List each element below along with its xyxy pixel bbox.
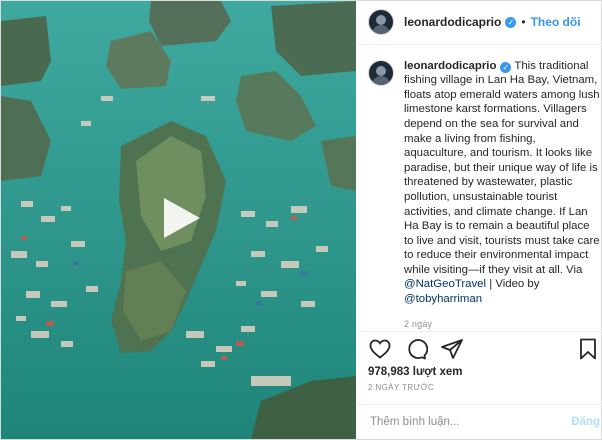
avatar[interactable] xyxy=(368,9,394,36)
mention-tobyharriman[interactable]: @tobyharriman xyxy=(404,293,482,305)
caption-time[interactable]: 2 ngày xyxy=(404,317,600,332)
view-count[interactable]: 978,983 lượt xem xyxy=(356,366,602,378)
caption-username[interactable]: leonardodicaprio xyxy=(404,60,496,72)
post-sidebar: leonardodicaprio ✓ • Theo dõi leonardodi… xyxy=(356,1,602,439)
instagram-post: leonardodicaprio ✓ • Theo dõi leonardodi… xyxy=(0,0,602,440)
post-header: leonardodicaprio ✓ • Theo dõi xyxy=(356,1,602,45)
comment-input[interactable] xyxy=(368,415,572,430)
header-username[interactable]: leonardodicaprio xyxy=(404,15,501,29)
mention-natgeotravel[interactable]: @NatGeoTravel xyxy=(404,278,486,290)
post-video[interactable] xyxy=(1,1,356,439)
follow-button[interactable]: Theo dõi xyxy=(531,15,581,29)
play-button[interactable] xyxy=(156,194,204,242)
verified-badge-icon: ✓ xyxy=(500,61,512,73)
caption: leonardodicaprio ✓ This traditional fishi… xyxy=(404,59,600,332)
heart-icon[interactable] xyxy=(368,337,392,361)
action-bar xyxy=(356,331,602,366)
post-date: 2 NGÀY TRƯỚC xyxy=(368,383,435,393)
separator: • xyxy=(521,15,526,30)
play-icon xyxy=(164,198,200,238)
caption-avatar[interactable] xyxy=(368,59,394,86)
comment-box: Đăng xyxy=(356,404,602,439)
post-comment-button[interactable]: Đăng xyxy=(571,416,600,428)
caption-area: leonardodicaprio ✓ This traditional fishi… xyxy=(356,45,602,332)
caption-text: This traditional fishing village in Lan … xyxy=(404,59,600,276)
verified-badge-icon: ✓ xyxy=(505,16,517,28)
send-icon[interactable] xyxy=(440,337,464,361)
bookmark-icon[interactable] xyxy=(576,337,600,361)
comment-icon[interactable] xyxy=(404,337,428,361)
caption-mid: | Video by xyxy=(486,278,540,291)
